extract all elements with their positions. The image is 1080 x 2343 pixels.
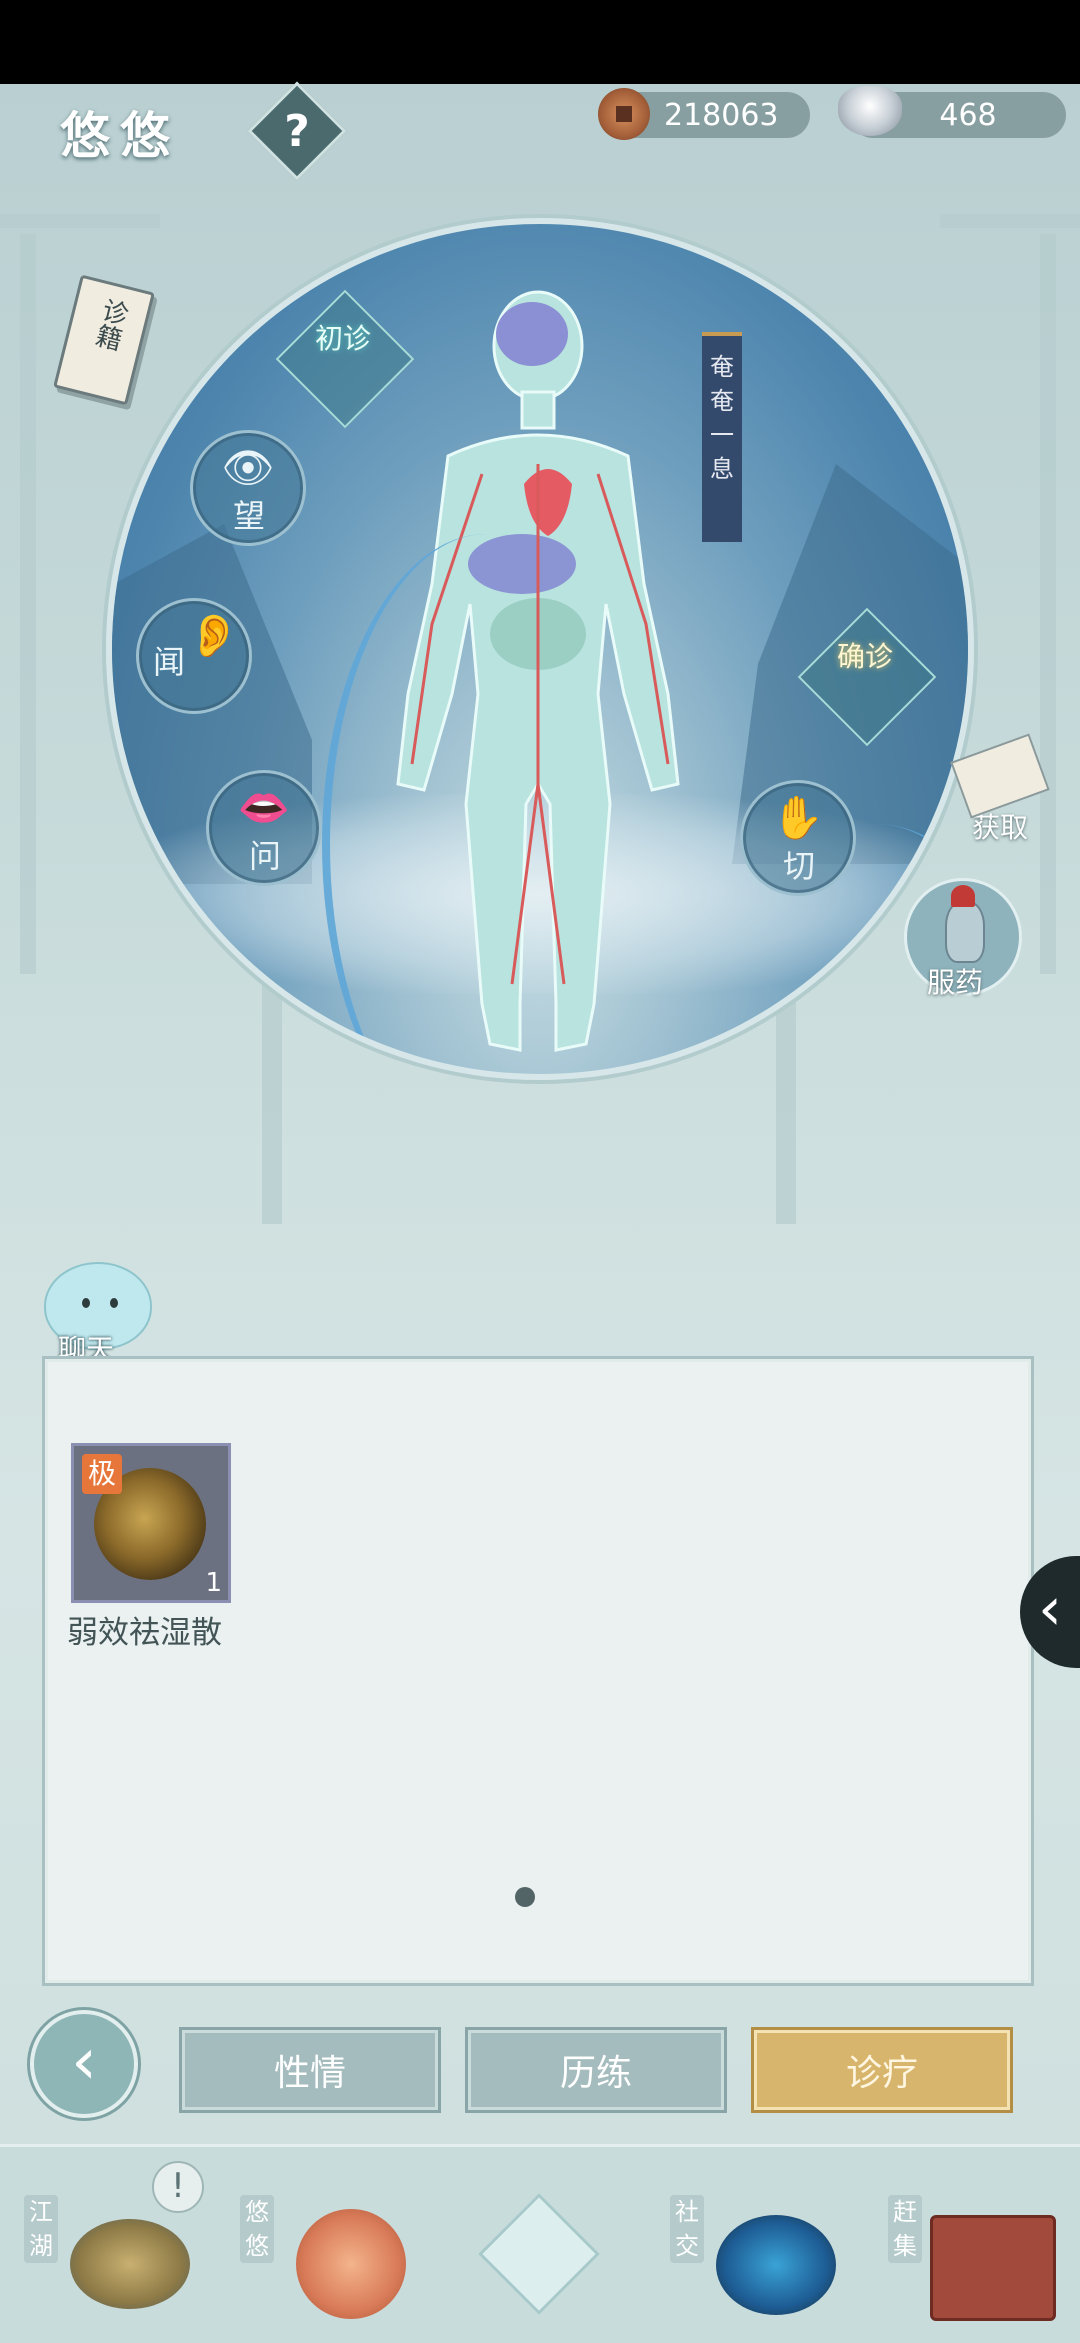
- patient-status-banner: 奄奄一息: [702, 332, 742, 542]
- tab-label: 历练: [559, 2053, 632, 2094]
- back-button[interactable]: ‹: [30, 2010, 138, 2118]
- tab-temperament[interactable]: 性情: [182, 2030, 438, 2110]
- obtain-label: 获取: [971, 811, 1028, 844]
- alert-icon: !: [152, 2161, 204, 2213]
- inventory-panel: 极 1 弱效祛湿散: [42, 1356, 1034, 1986]
- coin-amount: 218063: [664, 97, 779, 133]
- tab-label: 诊疗: [845, 2053, 918, 2094]
- nav-label: 悠悠: [240, 2195, 274, 2263]
- wave-bowl-icon: [716, 2215, 836, 2315]
- inventory-item[interactable]: 极 1: [71, 1443, 231, 1603]
- confirm-diagnosis-label: 确诊: [836, 640, 893, 673]
- nav-label: 江湖: [24, 2195, 58, 2263]
- look-button[interactable]: 👁 望: [190, 430, 306, 546]
- tab-experience[interactable]: 历练: [468, 2030, 724, 2110]
- listen-label: 闻: [153, 643, 186, 681]
- eye-icon: 👁: [221, 443, 275, 492]
- straw-hat-icon: [70, 2219, 190, 2309]
- medicine-bottle-icon: [945, 901, 985, 963]
- silver-ingot-icon: [838, 86, 902, 136]
- item-count: 1: [205, 1568, 222, 1598]
- take-medicine-label: 服药: [927, 966, 984, 999]
- nav-youyou[interactable]: 悠悠: [236, 2175, 416, 2325]
- sunset-bird-icon: [296, 2209, 406, 2319]
- back-arrow-icon: ‹: [71, 2025, 97, 2099]
- chat-face-icon: [82, 1298, 90, 1308]
- nav-home[interactable]: [470, 2175, 610, 2325]
- tab-treatment[interactable]: 诊疗: [754, 2030, 1010, 2110]
- bottom-navigation: 江湖 ! 悠悠 社交 赶集: [0, 2144, 1080, 2343]
- nav-label: 社交: [670, 2195, 704, 2263]
- page-title: 悠悠: [60, 106, 180, 165]
- nav-social[interactable]: 社交: [666, 2175, 846, 2325]
- obtain-button[interactable]: 获取: [950, 733, 1050, 846]
- nav-jianghu[interactable]: 江湖 !: [20, 2161, 220, 2325]
- initial-diagnosis-label: 初诊: [314, 322, 371, 355]
- ask-button[interactable]: 👄 问: [206, 770, 322, 886]
- pulse-button[interactable]: ✋ 切: [740, 780, 856, 896]
- tab-label: 性情: [273, 2053, 346, 2094]
- copper-coin-icon: [598, 88, 650, 140]
- take-medicine-button[interactable]: 服药: [904, 878, 1022, 999]
- nav-market[interactable]: 赶集: [884, 2175, 1074, 2325]
- item-name: 弱效祛湿散: [67, 1615, 222, 1651]
- compass-star-icon: [478, 2193, 600, 2315]
- item-grade-badge: 极: [82, 1454, 122, 1494]
- ask-label: 问: [249, 837, 282, 875]
- nav-label: 赶集: [888, 2195, 922, 2263]
- status-bar: [0, 0, 1080, 84]
- listen-button[interactable]: 👂 闻: [136, 598, 252, 714]
- market-basket-icon: [930, 2215, 1056, 2321]
- pulse-label: 切: [783, 847, 816, 885]
- medicine-stopper-icon: [951, 885, 975, 907]
- look-label: 望: [233, 497, 266, 535]
- patient-status-text: 奄奄一息: [710, 353, 734, 483]
- help-icon: ?: [284, 105, 310, 157]
- page-indicator-dot: [515, 1887, 535, 1907]
- chevron-left-icon: ‹: [1038, 1574, 1062, 1644]
- hand-icon: ✋: [771, 793, 825, 842]
- silver-amount: 468: [939, 97, 997, 133]
- lips-icon: 👄: [237, 783, 291, 832]
